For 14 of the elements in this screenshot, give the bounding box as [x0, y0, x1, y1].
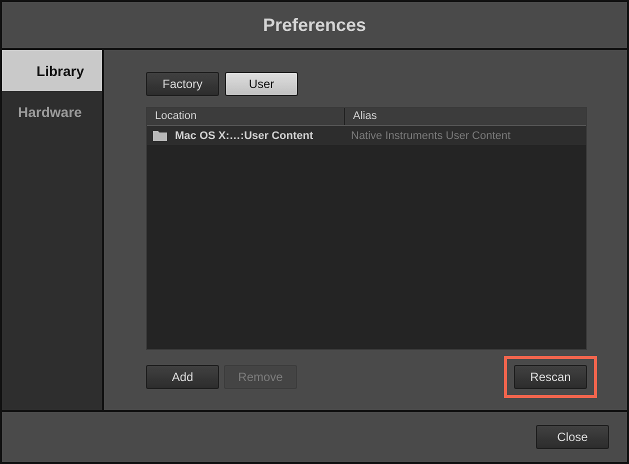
column-header[interactable]: Location — [147, 108, 345, 125]
table-cell: Mac OS X:…:User Content — [175, 130, 314, 142]
action-button[interactable]: Rescan — [514, 365, 587, 389]
tab[interactable]: Factory — [146, 72, 219, 96]
sidebar-item[interactable]: Hardware — [2, 91, 102, 132]
folder-icon — [153, 130, 167, 141]
sidebar-item[interactable]: Library — [2, 50, 102, 91]
action-button[interactable]: Add — [146, 365, 219, 389]
table-row[interactable]: Mac OS X:…:User Content Native Instruments User Content — [147, 126, 586, 145]
window-title: Preferences — [262, 14, 366, 36]
table-cell: Native Instruments User Content — [351, 130, 511, 142]
column-header[interactable]: Alias — [345, 108, 586, 125]
tab[interactable]: User — [225, 72, 298, 96]
close-button[interactable]: Close — [536, 425, 609, 449]
